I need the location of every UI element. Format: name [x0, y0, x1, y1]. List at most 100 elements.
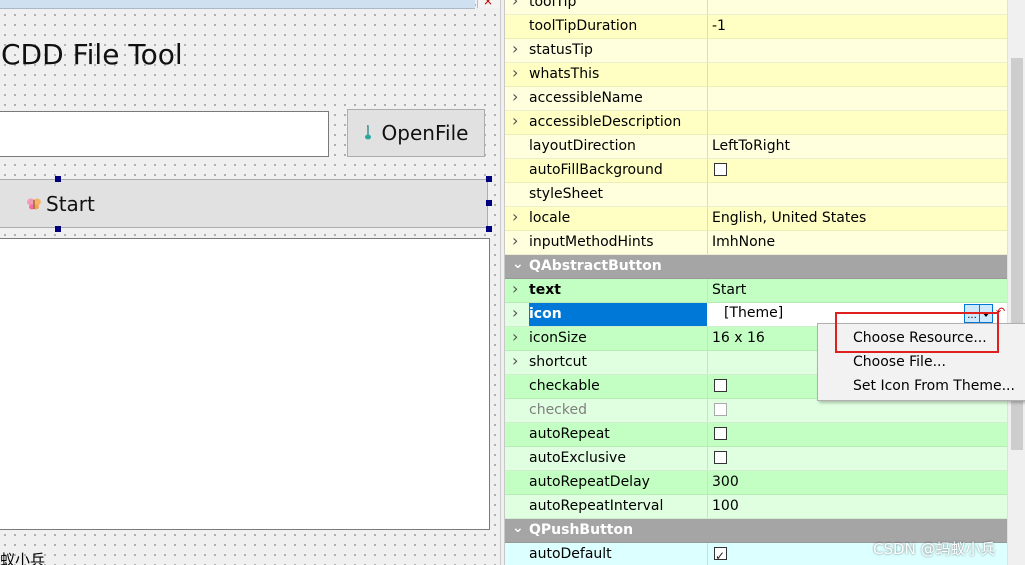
form-canvas[interactable]: × CDD File Tool OpenFile Start 蚁小兵 — [0, 0, 500, 565]
music-note-icon — [364, 125, 371, 140]
chevron-right-icon[interactable]: › — [512, 231, 524, 250]
property-row-autoexclusive[interactable]: autoExclusive — [505, 447, 1007, 471]
property-row-autofillbackground[interactable]: autoFillBackground — [505, 159, 1007, 183]
app-title-label[interactable]: CDD File Tool — [1, 38, 183, 71]
property-name: autoRepeatInterval — [529, 498, 664, 514]
property-value[interactable] — [707, 111, 1007, 134]
start-button[interactable]: Start — [0, 179, 488, 228]
annotation-highlight-box — [835, 312, 999, 353]
property-row-whatsthis[interactable]: › whatsThis — [505, 63, 1007, 87]
property-value[interactable]: 100 — [707, 495, 1007, 518]
property-row-checked[interactable]: checked — [505, 399, 1007, 423]
property-value[interactable] — [707, 159, 1007, 182]
form-title-strip — [0, 0, 475, 9]
property-editor-scrollbar[interactable] — [1007, 0, 1025, 565]
property-row-accessibledescription[interactable]: › accessibleDescription — [505, 111, 1007, 135]
form-close-strip[interactable]: × — [477, 0, 500, 8]
property-name: inputMethodHints — [529, 234, 654, 250]
property-row-autorepeatinterval[interactable]: autoRepeatInterval 100 — [505, 495, 1007, 519]
property-name: styleSheet — [529, 186, 604, 202]
chevron-right-icon[interactable]: › — [512, 303, 524, 322]
checkbox[interactable] — [714, 379, 727, 392]
property-name: layoutDirection — [529, 138, 636, 154]
menu-item-set-icon-from-theme[interactable]: Set Icon From Theme... — [853, 375, 1015, 397]
property-value[interactable]: ImhNone — [707, 231, 1007, 254]
selection-handle[interactable] — [55, 226, 61, 232]
property-name: statusTip — [529, 42, 593, 58]
property-value[interactable] — [707, 63, 1007, 86]
chevron-down-icon[interactable]: ⌄ — [512, 520, 524, 536]
property-row-text[interactable]: › text Start — [505, 279, 1007, 303]
property-value[interactable] — [707, 0, 1007, 14]
property-name: accessibleDescription — [529, 114, 682, 130]
property-row-accessiblename[interactable]: › accessibleName — [505, 87, 1007, 111]
openfile-button[interactable]: OpenFile — [347, 109, 485, 157]
selection-handle[interactable] — [486, 226, 492, 232]
selection-handle[interactable] — [486, 176, 492, 182]
file-path-input[interactable] — [0, 111, 329, 157]
property-name: shortcut — [529, 354, 588, 370]
chevron-right-icon[interactable]: › — [512, 327, 524, 346]
chevron-right-icon[interactable]: › — [512, 87, 524, 106]
close-icon[interactable]: × — [483, 0, 493, 8]
property-value[interactable]: -1 — [707, 15, 1007, 38]
log-text-area[interactable] — [0, 238, 490, 530]
property-editor[interactable]: › toolTip toolTipDuration -1 › statusTip › what… — [505, 0, 1007, 565]
checkbox[interactable] — [714, 451, 727, 464]
property-row-autorepeatdelay[interactable]: autoRepeatDelay 300 — [505, 471, 1007, 495]
property-row-tooltipduration[interactable]: toolTipDuration -1 — [505, 15, 1007, 39]
property-row-statustip[interactable]: › statusTip — [505, 39, 1007, 63]
property-row-inputmethodhints[interactable]: › inputMethodHints ImhNone — [505, 231, 1007, 255]
property-value[interactable] — [707, 87, 1007, 110]
selection-handle[interactable] — [55, 176, 61, 182]
property-name: autoFillBackground — [529, 162, 663, 178]
property-value[interactable]: LeftToRight — [707, 135, 1007, 158]
property-name: iconSize — [529, 330, 587, 346]
property-value[interactable]: 300 — [707, 471, 1007, 494]
property-name: toolTip — [529, 0, 577, 10]
openfile-button-label: OpenFile — [381, 121, 469, 145]
property-row-layoutdirection[interactable]: layoutDirection LeftToRight — [505, 135, 1007, 159]
checkbox-checked[interactable] — [714, 545, 727, 565]
property-value[interactable] — [707, 423, 1007, 446]
property-name: checkable — [529, 378, 600, 394]
chevron-down-icon[interactable]: ⌄ — [512, 256, 524, 272]
property-name: autoRepeatDelay — [529, 474, 650, 490]
property-name: locale — [529, 210, 571, 226]
chevron-right-icon[interactable]: › — [512, 279, 524, 298]
chevron-right-icon[interactable]: › — [512, 39, 524, 58]
property-value[interactable] — [707, 447, 1007, 470]
property-name: accessibleName — [529, 90, 643, 106]
chevron-right-icon[interactable]: › — [512, 111, 524, 130]
chevron-right-icon[interactable]: › — [512, 0, 524, 10]
checkbox[interactable] — [714, 427, 727, 440]
chevron-right-icon[interactable]: › — [512, 63, 524, 82]
property-row-stylesheet[interactable]: styleSheet — [505, 183, 1007, 207]
property-value[interactable] — [707, 39, 1007, 62]
property-name: text — [529, 282, 561, 298]
property-row-qabstractbutton[interactable]: ⌄ QAbstractButton — [505, 255, 1007, 279]
property-row-locale[interactable]: › locale English, United States — [505, 207, 1007, 231]
property-value[interactable] — [707, 399, 1007, 422]
chevron-right-icon[interactable]: › — [512, 207, 524, 226]
selection-handle[interactable] — [486, 200, 492, 206]
property-name: QPushButton — [529, 522, 634, 538]
property-value[interactable] — [707, 183, 1007, 206]
property-value[interactable]: Start — [707, 279, 1007, 302]
chevron-right-icon[interactable]: › — [512, 351, 524, 370]
property-name: autoDefault — [529, 546, 612, 562]
property-row-tooltip[interactable]: › toolTip — [505, 0, 1007, 15]
menu-item-choose-file[interactable]: Choose File... — [853, 351, 946, 373]
property-name: whatsThis — [529, 66, 600, 82]
start-button-label: Start — [46, 191, 95, 216]
property-name: QAbstractButton — [529, 258, 662, 274]
checkbox[interactable] — [714, 163, 727, 176]
property-row-autorepeat[interactable]: autoRepeat — [505, 423, 1007, 447]
checkbox — [714, 403, 727, 416]
status-label: 蚁小兵 — [0, 551, 46, 565]
icon-theme-text: [Theme] — [724, 305, 784, 321]
property-value[interactable]: English, United States — [707, 207, 1007, 230]
butterfly-icon — [27, 198, 41, 209]
property-name: icon — [529, 303, 707, 326]
property-name: checked — [529, 402, 587, 418]
